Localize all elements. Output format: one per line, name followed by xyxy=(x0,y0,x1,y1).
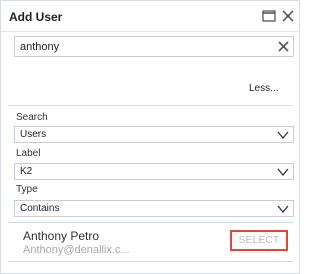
maximize-icon[interactable] xyxy=(261,8,277,24)
search-box xyxy=(14,36,294,57)
clear-icon[interactable] xyxy=(276,39,291,54)
type-value: Contains xyxy=(20,203,60,214)
result-row[interactable]: Anthony Petro Anthony@denallix.c... SELE… xyxy=(8,222,293,262)
label-value: K2 xyxy=(20,166,33,177)
search-type-value: Users xyxy=(20,129,47,140)
add-user-dialog: Add User Less... Search Users xyxy=(0,0,300,274)
result-email: Anthony@denallix.c... xyxy=(23,244,130,256)
label-select[interactable]: K2 xyxy=(14,163,294,180)
type-field-label: Type xyxy=(16,184,38,195)
search-type-select[interactable]: Users xyxy=(14,126,294,143)
search-type-label: Search xyxy=(16,112,48,123)
type-select[interactable]: Contains xyxy=(14,200,294,217)
less-link[interactable]: Less... xyxy=(249,83,278,94)
dialog-title: Add User xyxy=(9,10,63,24)
chevron-down-icon xyxy=(277,129,289,141)
dialog-titlebar: Add User xyxy=(1,1,299,32)
chevron-down-icon xyxy=(277,166,289,178)
result-name: Anthony Petro xyxy=(23,229,100,243)
label-field-label: Label xyxy=(16,148,41,159)
search-input[interactable] xyxy=(20,39,265,54)
close-icon[interactable] xyxy=(280,8,296,24)
divider xyxy=(8,105,293,106)
select-button[interactable]: SELECT xyxy=(230,230,288,251)
chevron-down-icon xyxy=(277,203,289,215)
